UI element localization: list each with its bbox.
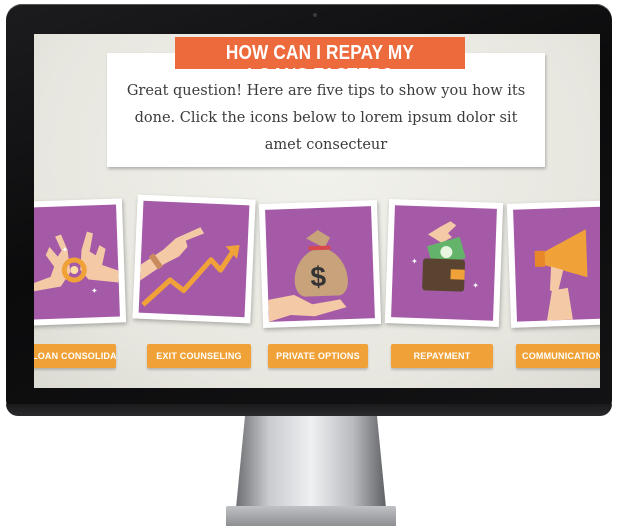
tip-button-repayment[interactable]: REPAYMENT	[391, 344, 493, 368]
wallet-cash-icon: ✦ ✦	[411, 221, 479, 292]
page-title: HOW CAN I REPAY MY LOANS FASTER?	[225, 42, 415, 87]
svg-text:✦: ✦	[91, 286, 98, 295]
hands-ring-icon: ✦ ✦	[34, 231, 119, 295]
pointing-hand-arrow-icon	[140, 227, 240, 307]
megaphone-icon	[534, 229, 588, 321]
money-bag-icon: $	[268, 230, 348, 322]
monitor-stand-base	[226, 506, 396, 526]
tip-tile-communication[interactable]	[506, 200, 600, 328]
svg-text:✦: ✦	[472, 281, 479, 290]
tip-button-loan-consolidation[interactable]: LOAN CONSOLIDATION	[34, 344, 116, 368]
tip-tile-loan-consolidation[interactable]: ✦ ✦	[34, 198, 127, 326]
svg-text:✦: ✦	[411, 257, 418, 266]
tip-button-private-options[interactable]: PRIVATE OPTIONS	[268, 344, 368, 368]
svg-text:$: $	[310, 261, 327, 293]
tip-button-communication[interactable]: COMMUNICATION	[516, 344, 600, 368]
monitor-stand	[236, 416, 386, 508]
tip-tile-repayment[interactable]: ✦ ✦	[384, 199, 504, 327]
monitor-chin	[6, 404, 612, 416]
screen: Great question! Here are five tips to sh…	[34, 34, 600, 388]
svg-text:✦: ✦	[61, 245, 68, 254]
heading-banner: HOW CAN I REPAY MY LOANS FASTER?	[175, 37, 465, 87]
tip-tile-private-options[interactable]: $	[258, 199, 382, 329]
tip-button-exit-counseling[interactable]: EXIT COUNSELING	[147, 344, 251, 368]
camera-icon	[313, 13, 317, 17]
tip-tile-exit-counseling[interactable]	[132, 194, 256, 324]
intro-text: Great question! Here are five tips to sh…	[126, 83, 526, 153]
